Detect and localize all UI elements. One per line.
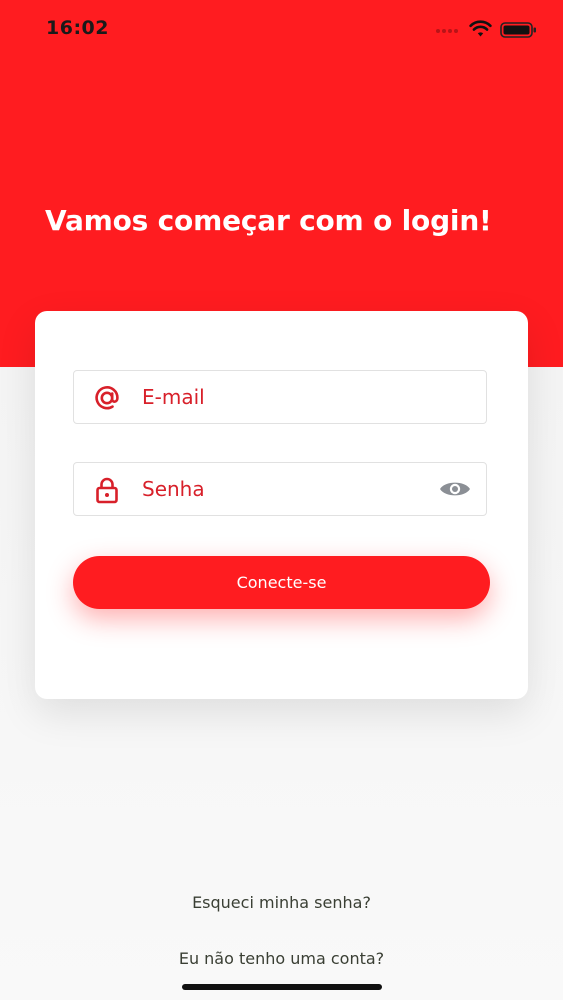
email-field[interactable] xyxy=(73,370,487,424)
wifi-icon xyxy=(469,19,492,38)
signal-dots-icon xyxy=(436,29,462,35)
lock-icon xyxy=(92,476,122,504)
eye-icon[interactable] xyxy=(438,478,472,500)
home-indicator xyxy=(182,984,382,990)
battery-icon xyxy=(500,22,537,38)
password-field[interactable] xyxy=(73,462,487,516)
forgot-password-link[interactable]: Esqueci minha senha? xyxy=(0,893,563,912)
login-button[interactable]: Conecte-se xyxy=(73,556,490,609)
password-input[interactable] xyxy=(142,463,422,515)
email-input[interactable] xyxy=(142,371,422,423)
at-sign-icon xyxy=(92,384,122,412)
signup-link[interactable]: Eu não tenho uma conta? xyxy=(0,949,563,968)
page-title: Vamos começar com o login! xyxy=(45,204,492,237)
status-time: 16:02 xyxy=(46,17,109,39)
login-card: Conecte-se xyxy=(35,311,528,699)
